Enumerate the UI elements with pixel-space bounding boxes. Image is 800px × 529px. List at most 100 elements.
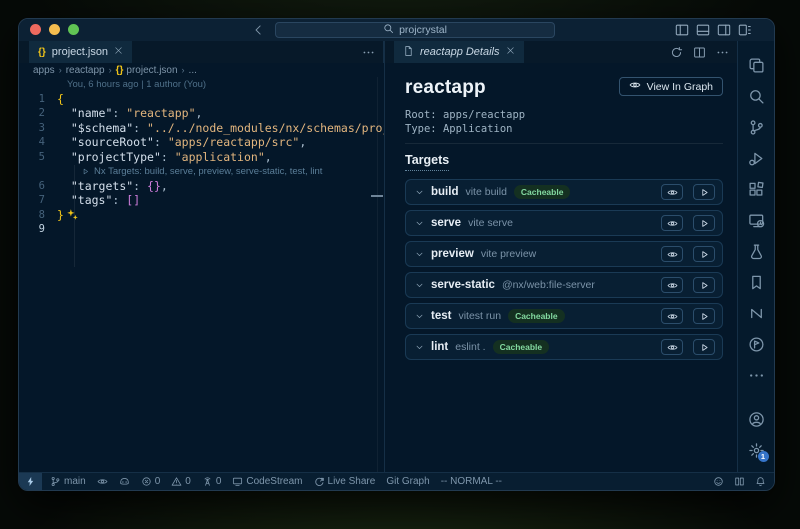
line-number: 7 bbox=[19, 194, 57, 206]
status-item-warnings[interactable]: 0 bbox=[171, 476, 191, 487]
target-row-serve[interactable]: servevite serve bbox=[405, 210, 723, 236]
tab-project-json[interactable]: {} project.json bbox=[29, 41, 132, 63]
run-target-button[interactable] bbox=[693, 308, 715, 324]
code-line: 4 "sourceRoot": "apps/reactapp/src", bbox=[19, 135, 384, 150]
bell-icon bbox=[755, 476, 766, 487]
status-item-vim-mode[interactable]: -- NORMAL -- bbox=[441, 476, 502, 487]
status-item-git-branch[interactable]: main bbox=[50, 476, 86, 487]
activity-bar-item-nx-console[interactable] bbox=[738, 298, 775, 329]
error-circle-icon bbox=[141, 476, 152, 487]
activity-bar-item-source-control[interactable] bbox=[738, 112, 775, 143]
close-tab-icon[interactable] bbox=[506, 46, 515, 58]
status-item-notifications[interactable] bbox=[755, 476, 766, 487]
search-icon bbox=[383, 23, 394, 37]
target-command: @nx/web:file-server bbox=[502, 279, 595, 291]
left-action-more-icon[interactable] bbox=[362, 46, 375, 59]
chevron-down-icon[interactable] bbox=[415, 250, 424, 259]
right-action-split-editor-icon[interactable] bbox=[693, 46, 706, 59]
status-item-live-share[interactable]: Live Share bbox=[314, 476, 376, 487]
chevron-down-icon[interactable] bbox=[415, 343, 424, 352]
run-target-button[interactable] bbox=[693, 277, 715, 293]
close-window-button[interactable] bbox=[30, 24, 41, 35]
run-target-button[interactable] bbox=[693, 339, 715, 355]
layout-customize-icon[interactable] bbox=[738, 23, 752, 37]
titlebar: projcrystal bbox=[19, 19, 774, 41]
breadcrumb-item[interactable]: {}project.json bbox=[116, 65, 178, 76]
indent-guide bbox=[74, 165, 75, 267]
root-label: Root: bbox=[405, 109, 437, 121]
status-item-editor-layout-status[interactable] bbox=[734, 476, 745, 487]
status-item-errors[interactable]: 0 bbox=[141, 476, 161, 487]
right-action-refresh-icon[interactable] bbox=[670, 46, 683, 59]
target-row-lint[interactable]: linteslint .Cacheable bbox=[405, 334, 723, 360]
sparkle-icon bbox=[64, 208, 79, 222]
activity-bar-item-bookmarks[interactable] bbox=[738, 267, 775, 298]
target-command: vite serve bbox=[468, 217, 513, 229]
show-target-config-button[interactable] bbox=[661, 277, 683, 293]
layout-sidebar-left-icon[interactable] bbox=[675, 23, 689, 37]
status-item-feedback[interactable] bbox=[713, 476, 724, 487]
show-target-config-button[interactable] bbox=[661, 246, 683, 262]
activity-bar-item-additional-views[interactable] bbox=[738, 360, 775, 391]
chevron-down-icon[interactable] bbox=[415, 312, 424, 321]
copilot-icon bbox=[119, 476, 130, 487]
show-target-config-button[interactable] bbox=[661, 339, 683, 355]
activity-bar-item-run-debug[interactable] bbox=[738, 143, 775, 174]
breadcrumb-item[interactable]: apps bbox=[33, 65, 55, 76]
breadcrumb-item[interactable]: reactapp bbox=[66, 65, 105, 76]
left-editor-actions bbox=[362, 41, 375, 63]
run-target-button[interactable] bbox=[693, 184, 715, 200]
target-command: vitest run bbox=[458, 310, 501, 322]
activity-bar-item-extensions[interactable] bbox=[738, 174, 775, 205]
breadcrumb[interactable]: apps›reactapp›{}project.json›... bbox=[19, 63, 384, 77]
status-item-codestream-status[interactable]: CodeStream bbox=[232, 476, 302, 487]
tab-reactapp-details[interactable]: reactapp Details bbox=[394, 41, 524, 63]
activity-bar-item-remote-explorer[interactable] bbox=[738, 205, 775, 236]
status-item-git-graph[interactable]: Git Graph bbox=[386, 476, 429, 487]
overview-ruler-decoration bbox=[371, 195, 383, 197]
layout-sidebar-right-icon[interactable] bbox=[717, 23, 731, 37]
target-row-test[interactable]: testvitest runCacheable bbox=[405, 303, 723, 329]
target-name: preview bbox=[431, 248, 474, 260]
status-item-copilot-status[interactable] bbox=[119, 476, 130, 487]
target-command: vite preview bbox=[481, 248, 536, 260]
zoom-window-button[interactable] bbox=[68, 24, 79, 35]
overview-ruler bbox=[377, 77, 378, 472]
chevron-down-icon[interactable] bbox=[415, 188, 424, 197]
more-icon bbox=[748, 367, 765, 384]
command-center-search[interactable]: projcrystal bbox=[275, 22, 555, 38]
minimize-window-button[interactable] bbox=[49, 24, 60, 35]
activity-bar-item-accounts[interactable] bbox=[738, 404, 775, 435]
show-target-config-button[interactable] bbox=[661, 308, 683, 324]
run-target-button[interactable] bbox=[693, 215, 715, 231]
code-line: 2 "name": "reactapp", bbox=[19, 106, 384, 121]
chevron-down-icon[interactable] bbox=[415, 219, 424, 228]
activity-bar-item-codestream[interactable] bbox=[738, 329, 775, 360]
right-editor-actions bbox=[670, 41, 729, 63]
target-row-preview[interactable]: preview vite preview bbox=[405, 241, 723, 267]
status-item-gitlens-blame-toggle[interactable] bbox=[97, 476, 108, 487]
activity-bar-item-explorer[interactable] bbox=[738, 50, 775, 81]
target-row-build[interactable]: buildvite buildCacheable bbox=[405, 179, 723, 205]
show-target-config-button[interactable] bbox=[661, 215, 683, 231]
right-action-more-icon[interactable] bbox=[716, 46, 729, 59]
root-value: apps/reactapp bbox=[443, 109, 525, 121]
warning-triangle-icon bbox=[171, 476, 182, 487]
view-in-graph-button[interactable]: View In Graph bbox=[619, 77, 723, 96]
status-item-forwarded-ports[interactable]: 0 bbox=[202, 476, 222, 487]
activity-bar-item-search[interactable] bbox=[738, 81, 775, 112]
code-editor[interactable]: You, 6 hours ago | 1 author (You)1{2 "na… bbox=[19, 77, 384, 472]
chevron-down-icon[interactable] bbox=[415, 281, 424, 290]
status-item-remote-indicator[interactable] bbox=[19, 473, 42, 491]
eye-icon bbox=[629, 79, 641, 94]
target-row-serve-static[interactable]: serve-static@nx/web:file-server bbox=[405, 272, 723, 298]
activity-bar-item-testing[interactable] bbox=[738, 236, 775, 267]
breadcrumb-item[interactable]: ... bbox=[189, 65, 197, 76]
activity-bar-item-settings[interactable]: 1 bbox=[738, 435, 775, 466]
copy-files-icon bbox=[748, 57, 765, 74]
layout-panel-icon[interactable] bbox=[696, 23, 710, 37]
show-target-config-button[interactable] bbox=[661, 184, 683, 200]
close-tab-icon[interactable] bbox=[114, 46, 123, 58]
back-arrow-icon[interactable] bbox=[252, 22, 265, 43]
run-target-button[interactable] bbox=[693, 246, 715, 262]
